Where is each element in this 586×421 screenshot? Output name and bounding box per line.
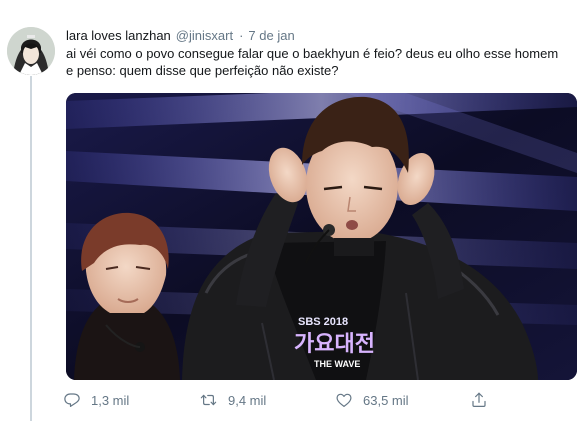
tweet-text-line: ai véi como o povo consegue falar que o … bbox=[66, 46, 559, 61]
retweet-count: 9,4 mil bbox=[228, 392, 267, 408]
display-name[interactable]: lara loves lanzhan bbox=[66, 27, 171, 45]
like-icon bbox=[335, 391, 353, 409]
tweet: lara loves lanzhan @jinisxart · 7 de jan… bbox=[0, 0, 586, 421]
svg-text:THE WAVE: THE WAVE bbox=[314, 359, 360, 369]
tweet-photo[interactable]: SBS 2018 가요대전 THE WAVE bbox=[66, 93, 577, 380]
reply-count: 1,3 mil bbox=[91, 392, 130, 408]
tweet-text: ai véi como o povo consegue falar que o … bbox=[66, 45, 574, 79]
user-handle[interactable]: @jinisxart bbox=[176, 27, 233, 45]
like-count: 63,5 mil bbox=[363, 392, 409, 408]
thread-line bbox=[30, 76, 32, 421]
retweet-icon bbox=[199, 391, 218, 409]
separator-dot: · bbox=[239, 28, 244, 43]
tweet-header: lara loves lanzhan @jinisxart · 7 de jan bbox=[66, 27, 295, 45]
tweet-text-line: e penso: quem disse que perfeição não ex… bbox=[66, 63, 339, 78]
like-button[interactable]: 63,5 mil bbox=[335, 389, 409, 411]
avatar-illustration bbox=[7, 27, 55, 75]
share-button[interactable] bbox=[470, 389, 488, 411]
share-icon bbox=[470, 391, 488, 409]
svg-text:가요대전: 가요대전 bbox=[294, 332, 375, 357]
reply-icon bbox=[63, 391, 81, 409]
reply-button[interactable]: 1,3 mil bbox=[63, 389, 129, 411]
tweet-actions: 1,3 mil 9,4 mil 63,5 mil bbox=[63, 389, 493, 411]
svg-text:SBS 2018: SBS 2018 bbox=[298, 316, 348, 328]
avatar[interactable] bbox=[7, 27, 55, 75]
stage-photo: SBS 2018 가요대전 THE WAVE bbox=[66, 93, 577, 380]
tweet-date[interactable]: 7 de jan bbox=[248, 27, 294, 45]
retweet-button[interactable]: 9,4 mil bbox=[199, 389, 266, 411]
